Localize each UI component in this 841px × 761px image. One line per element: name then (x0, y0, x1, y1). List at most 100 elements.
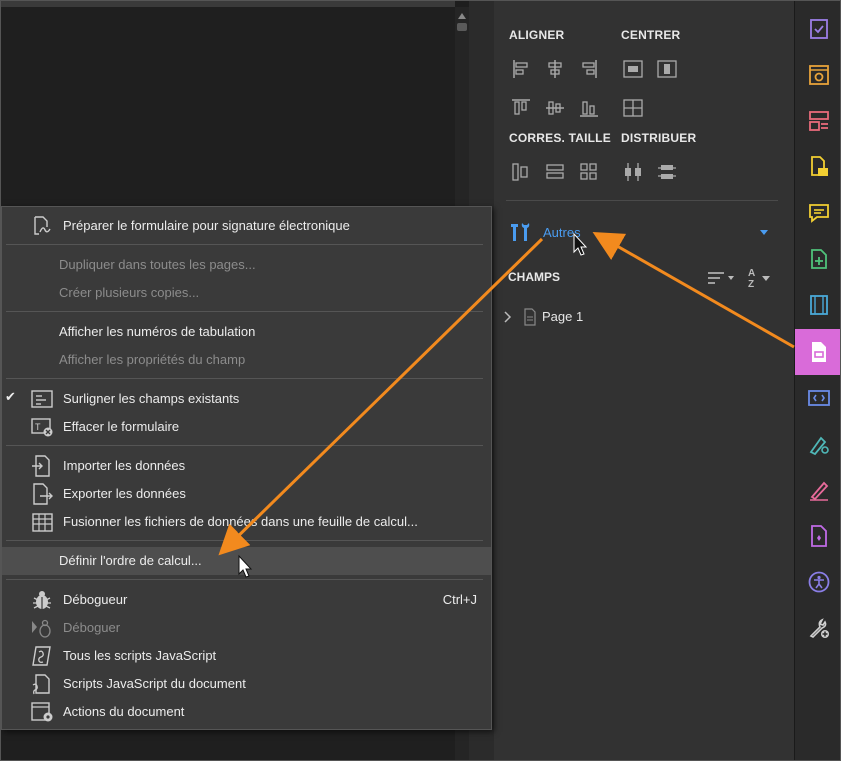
menu-item-label: Effacer le formulaire (63, 419, 180, 434)
menu-item-prepare-signature[interactable]: Préparer le formulaire pour signature él… (2, 212, 491, 240)
scroll-thumb[interactable] (457, 23, 467, 31)
align-left-icon[interactable] (510, 58, 532, 80)
tools-icon (508, 219, 534, 250)
page-label: Page 1 (542, 309, 584, 324)
panel-divider (506, 200, 778, 201)
protect-icon[interactable] (795, 513, 840, 559)
distribute-title: DISTRIBUER (621, 131, 697, 145)
clear-form-icon: T (30, 416, 54, 438)
match-both-icon[interactable] (578, 161, 600, 183)
align-center-h-icon[interactable] (544, 58, 566, 80)
prepare-form-icon[interactable] (795, 329, 840, 375)
align-middle-icon[interactable] (544, 97, 566, 119)
menu-item-label: Exporter les données (63, 486, 186, 501)
chevron-right-icon[interactable] (502, 309, 514, 330)
center-vertical-icon[interactable] (656, 58, 678, 80)
menu-item-label: Tous les scripts JavaScript (63, 648, 217, 663)
page-tree-item[interactable]: Page 1 (502, 307, 702, 327)
bug-icon (30, 589, 54, 611)
menu-item-highlight-fields[interactable]: ✔ Surligner les champs existants (2, 385, 491, 413)
distribute-horizontal-icon[interactable] (622, 161, 644, 183)
distribute-vertical-icon[interactable] (656, 161, 678, 183)
match-size-title: CORRES. TAILLE (509, 131, 611, 145)
media-icon[interactable] (795, 282, 840, 328)
match-width-icon[interactable] (510, 161, 532, 183)
menu-item-label: Créer plusieurs copies... (59, 285, 200, 300)
document-actions-icon (30, 701, 54, 723)
signature-icon[interactable] (795, 421, 840, 467)
comment-icon[interactable] (795, 190, 840, 236)
scroll-up-icon[interactable] (458, 13, 466, 19)
menu-item-debug[interactable]: Déboguer (2, 614, 491, 642)
menu-item-export-data[interactable]: Exporter les données (2, 480, 491, 508)
svg-text:A: A (748, 268, 755, 279)
check-icon: ✔ (5, 389, 16, 404)
draw-icon[interactable] (795, 467, 840, 513)
others-dropdown[interactable]: Autres (508, 219, 768, 245)
menu-item-label: Surligner les champs existants (63, 391, 240, 406)
menu-item-create-copies[interactable]: Créer plusieurs copies... (2, 279, 491, 307)
menu-item-label: Déboguer (63, 620, 121, 635)
import-data-icon (30, 455, 54, 477)
organize-icon[interactable] (795, 52, 840, 98)
create-pdf-icon[interactable] (795, 236, 840, 282)
svg-text:T: T (35, 422, 41, 432)
menu-item-show-field-props[interactable]: Afficher les propriétés du champ (2, 346, 491, 374)
sort-icon[interactable] (706, 269, 736, 287)
menu-item-document-scripts[interactable]: Scripts JavaScript du document (2, 670, 491, 698)
menu-item-debugger[interactable]: Débogueur Ctrl+J (2, 586, 491, 614)
document-script-icon (30, 673, 54, 695)
menu-item-duplicate-pages[interactable]: Dupliquer dans toutes les pages... (2, 251, 491, 279)
center-title: CENTRER (621, 28, 681, 42)
menu-separator (6, 445, 483, 446)
menu-item-label: Afficher les numéros de tabulation (59, 324, 256, 339)
menu-item-label: Fusionner les fichiers de données dans u… (63, 514, 418, 529)
align-title: ALIGNER (509, 28, 565, 42)
app-window: ALIGNER CENTRER CORRES. TAILLE DISTRIBUE… (0, 0, 841, 761)
fields-title: CHAMPS (508, 270, 561, 284)
menu-separator (6, 579, 483, 580)
match-height-icon[interactable] (544, 161, 566, 183)
menu-item-show-tab-numbers[interactable]: Afficher les numéros de tabulation (2, 318, 491, 346)
prepare-form-panel: ALIGNER CENTRER CORRES. TAILLE DISTRIBUE… (494, 1, 794, 760)
svg-text:Z: Z (748, 279, 754, 288)
menu-item-label: Débogueur (63, 592, 128, 607)
menu-item-clear-form[interactable]: T Effacer le formulaire (2, 413, 491, 441)
menu-item-label: Actions du document (63, 704, 185, 719)
menu-separator (6, 540, 483, 541)
align-right-icon[interactable] (578, 58, 600, 80)
tool-strip (794, 1, 840, 760)
center-both-icon[interactable] (622, 97, 644, 119)
menu-separator (6, 311, 483, 312)
export-icon[interactable] (795, 144, 840, 190)
menu-item-label: Préparer le formulaire pour signature él… (63, 218, 350, 233)
fill-sign-icon[interactable] (795, 6, 840, 52)
menu-item-label: Définir l'ordre de calcul... (59, 553, 202, 568)
highlight-fields-icon (30, 388, 54, 410)
sort-alpha-icon[interactable]: AZ (746, 266, 774, 290)
accessibility-icon[interactable] (795, 559, 840, 605)
align-bottom-icon[interactable] (578, 97, 600, 119)
context-menu: Préparer le formulaire pour signature él… (1, 206, 492, 730)
menu-item-merge-data[interactable]: Fusionner les fichiers de données dans u… (2, 508, 491, 536)
export-data-icon (30, 483, 54, 505)
menu-shortcut: Ctrl+J (442, 592, 477, 607)
menu-item-all-scripts[interactable]: Tous les scripts JavaScript (2, 642, 491, 670)
spreadsheet-icon (30, 511, 54, 533)
menu-item-document-actions[interactable]: Actions du document (2, 698, 491, 726)
script-icon (30, 645, 54, 667)
tools-wrench-icon[interactable] (795, 605, 840, 651)
e-signature-icon (30, 215, 54, 237)
layout-icon[interactable] (795, 98, 840, 144)
menu-separator (6, 378, 483, 379)
menu-item-label: Dupliquer dans toutes les pages... (59, 257, 256, 272)
menu-item-label: Importer les données (63, 458, 186, 473)
chevron-down-icon[interactable] (760, 230, 768, 235)
center-horizontal-icon[interactable] (622, 58, 644, 80)
menu-item-import-data[interactable]: Importer les données (2, 452, 491, 480)
others-label: Autres (543, 225, 581, 240)
javascript-icon[interactable] (795, 375, 840, 421)
menu-separator (6, 244, 483, 245)
align-top-icon[interactable] (510, 97, 532, 119)
menu-item-set-calc-order[interactable]: Définir l'ordre de calcul... (2, 547, 491, 575)
